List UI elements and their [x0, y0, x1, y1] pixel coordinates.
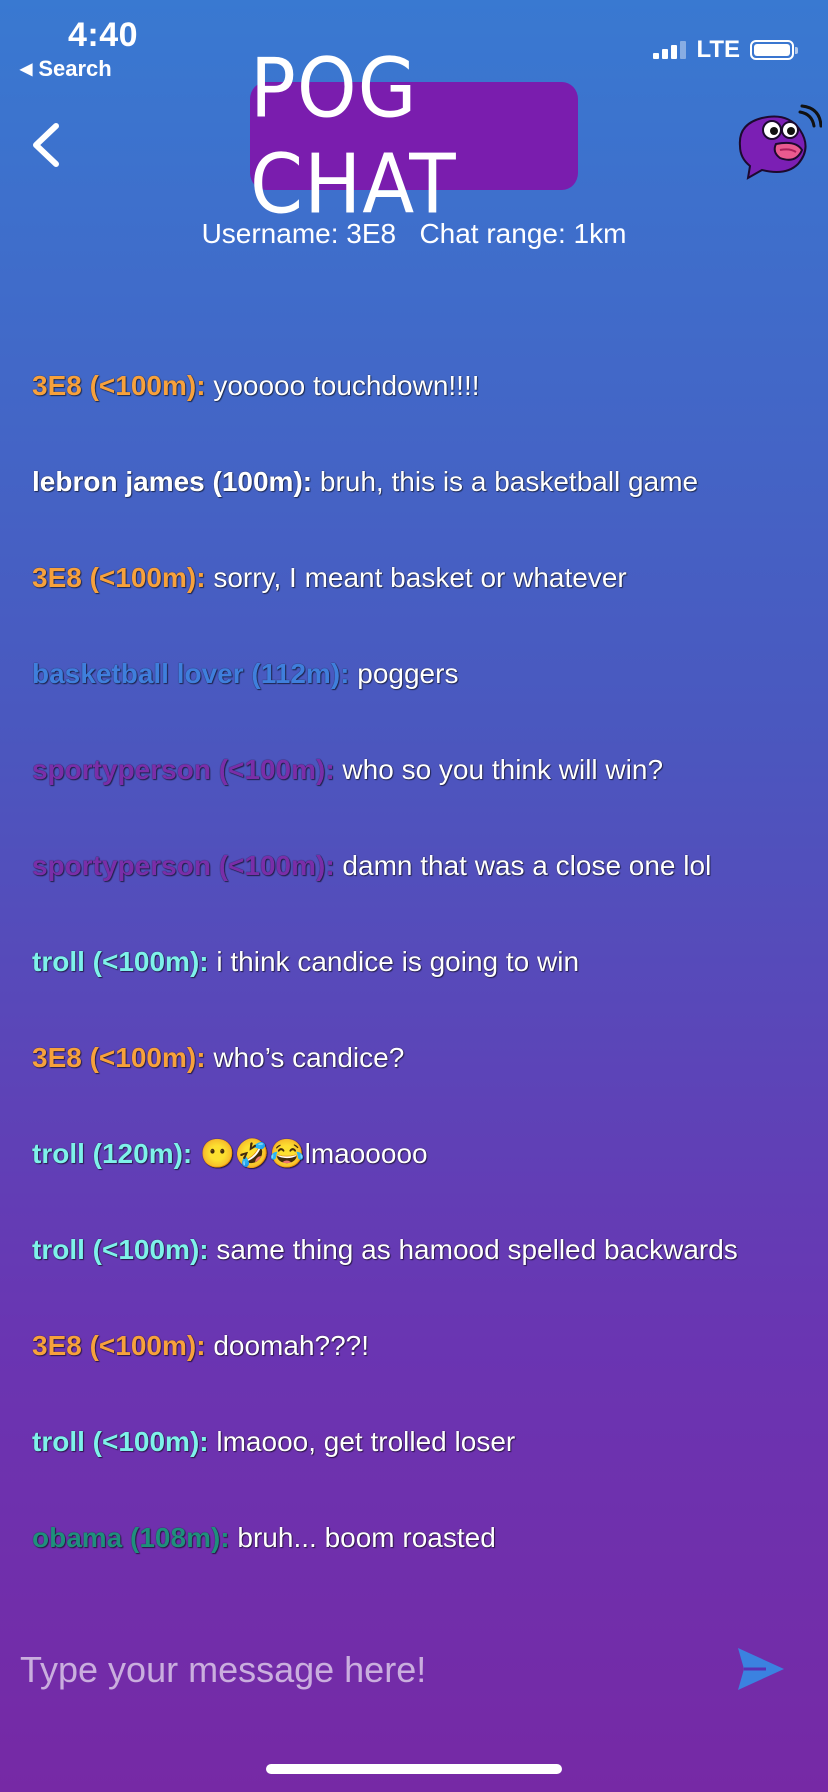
message-text: bruh, this is a basketball game	[312, 466, 699, 497]
app-logo: POG CHAT	[250, 40, 578, 232]
battery-icon	[750, 40, 798, 60]
message-author: 3E8 (<100m):	[32, 1042, 206, 1073]
message-text: who’s candice?	[205, 1042, 405, 1073]
status-back-link[interactable]: ◀ Search	[20, 56, 112, 82]
chat-message: 3E8 (<100m): doomah???!	[32, 1326, 812, 1422]
chat-message: troll (<100m): i think candice is going …	[32, 942, 812, 1038]
send-icon[interactable]	[736, 1646, 786, 1692]
chat-message: lebron james (100m): bruh, this is a bas…	[32, 462, 812, 558]
message-text: doomah???!	[205, 1330, 370, 1361]
message-author: troll (120m):	[32, 1138, 193, 1169]
message-author: obama (108m):	[32, 1522, 230, 1553]
message-text: bruh... boom roasted	[229, 1522, 496, 1553]
chevron-left-icon[interactable]	[28, 120, 64, 170]
chat-message: 3E8 (<100m): sorry, I meant basket or wh…	[32, 558, 812, 654]
app-logo-text: POG CHAT	[250, 39, 457, 233]
message-text: who so you think will win?	[334, 754, 664, 785]
home-indicator	[266, 1764, 562, 1774]
network-label: LTE	[696, 36, 740, 63]
chat-list[interactable]: 3E8 (<100m): yooooo touchdown!!!! lebron …	[32, 366, 812, 1614]
message-author: 3E8 (<100m):	[32, 562, 206, 593]
message-text: poggers	[349, 658, 459, 689]
message-author: troll (<100m):	[32, 1426, 209, 1457]
chat-message: basketball lover (112m): poggers	[32, 654, 812, 750]
back-triangle-icon: ◀	[20, 61, 33, 78]
status-time: 4:40	[68, 16, 139, 54]
message-text: same thing as hamood spelled backwards	[208, 1234, 738, 1265]
message-author: troll (<100m):	[32, 1234, 209, 1265]
message-author: 3E8 (<100m):	[32, 1330, 206, 1361]
chat-message: obama (108m): bruh... boom roasted	[32, 1518, 812, 1614]
message-input[interactable]	[20, 1640, 700, 1700]
message-author: 3E8 (<100m):	[32, 370, 206, 401]
mascot-icon	[738, 104, 822, 180]
cellular-signal-icon	[653, 41, 687, 59]
message-text: lmaooo, get trolled loser	[208, 1426, 516, 1457]
message-text: sorry, I meant basket or whatever	[205, 562, 627, 593]
message-author: sportyperson (<100m):	[32, 850, 335, 881]
status-back-label: Search	[38, 56, 112, 81]
chat-message: sportyperson (<100m): damn that was a cl…	[32, 846, 812, 942]
message-text: yooooo touchdown!!!!	[205, 370, 480, 401]
message-text: damn that was a close one lol	[334, 850, 712, 881]
user-info: Username: 3E8 Chat range: 1km	[201, 218, 627, 249]
chat-message: troll (<100m): lmaooo, get trolled loser	[32, 1422, 812, 1518]
chat-message: troll (120m): 😶🤣😂lmaooooo	[32, 1134, 812, 1230]
message-text: 😶🤣😂lmaooooo	[192, 1138, 428, 1169]
message-text: i think candice is going to win	[208, 946, 580, 977]
chat-message: 3E8 (<100m): yooooo touchdown!!!!	[32, 366, 812, 462]
message-author: lebron james (100m):	[32, 466, 313, 497]
message-author: basketball lover (112m):	[32, 658, 350, 689]
status-indicators: LTE	[653, 36, 798, 64]
chat-message: 3E8 (<100m): who’s candice?	[32, 1038, 812, 1134]
message-author: sportyperson (<100m):	[32, 754, 335, 785]
chat-message: troll (<100m): same thing as hamood spel…	[32, 1230, 812, 1326]
chat-message: sportyperson (<100m): who so you think w…	[32, 750, 812, 846]
message-author: troll (<100m):	[32, 946, 209, 977]
